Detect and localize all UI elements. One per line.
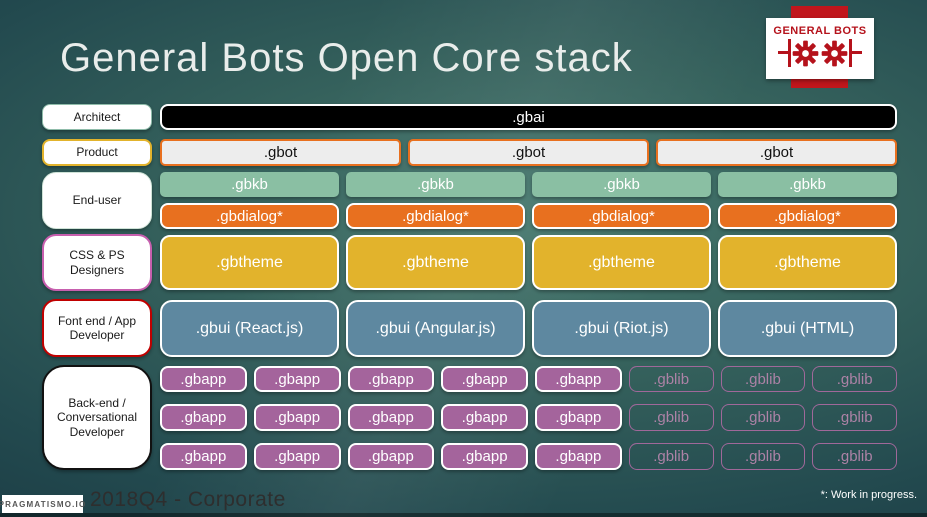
gbapp-box: .gbapp: [160, 443, 247, 470]
gbkb-box: .gbkb: [160, 172, 339, 197]
row-gbapp-3: .gbapp .gbapp .gbapp .gbapp .gbapp .gbli…: [160, 443, 897, 470]
gbapp-box: .gbapp: [441, 443, 528, 470]
row-gbapp-2: .gbapp .gbapp .gbapp .gbapp .gbapp .gbli…: [160, 404, 897, 431]
work-in-progress-footnote: *: Work in progress.: [820, 489, 917, 501]
role-label-frontend-developer: Font end / App Developer: [42, 299, 152, 357]
gblib-box: .gblib: [628, 366, 714, 392]
gbdialog-box: .gbdialog*: [718, 203, 897, 229]
gbkb-box: .gbkb: [718, 172, 897, 197]
gbapp-box: .gbapp: [441, 404, 528, 431]
gbkb-box: .gbkb: [532, 172, 711, 197]
row-gbai: .gbai: [160, 104, 897, 130]
gbapp-box: .gbapp: [535, 366, 622, 392]
gblib-box: .gblib: [628, 443, 714, 470]
gbapp-box: .gbapp: [535, 443, 622, 470]
page-title: General Bots Open Core stack: [60, 36, 633, 80]
logo-brand-text: GENERAL BOTS: [773, 25, 867, 37]
row-gbot: .gbot .gbot .gbot: [160, 139, 897, 166]
gbapp-box: .gbapp: [347, 443, 435, 470]
gear-right-bar-icon: [849, 39, 862, 67]
gbui-angular-box: .gbui (Angular.js): [346, 300, 525, 357]
gblib-box: .gblib: [628, 404, 714, 431]
slide-caption: 2018Q4 - Corporate: [90, 488, 286, 511]
gbapp-box: .gbapp: [441, 366, 528, 392]
row-gbdialog: .gbdialog* .gbdialog* .gbdialog* .gbdial…: [160, 203, 897, 229]
gbai-box: .gbai: [160, 104, 897, 130]
gblib-box: .gblib: [812, 404, 897, 431]
pragmatismo-watermark: PRAGMATISMO.IO: [0, 495, 85, 513]
gbapp-box: .gbapp: [535, 404, 622, 431]
gbkb-box: .gbkb: [346, 172, 525, 197]
gblib-box: .gblib: [720, 366, 806, 392]
role-label-end-user: End-user: [42, 172, 152, 229]
role-label-backend-developer: Back-end / Conversational Developer: [42, 365, 152, 470]
gbtheme-box: .gbtheme: [532, 235, 711, 290]
slide: General Bots Open Core stack GENERAL BOT…: [0, 0, 927, 517]
gear-icon: [821, 40, 848, 66]
gbot-box: .gbot: [160, 139, 401, 166]
gbapp-box: .gbapp: [160, 366, 247, 392]
gbapp-box: .gbapp: [253, 366, 341, 392]
gbtheme-box: .gbtheme: [718, 235, 897, 290]
gbtheme-box: .gbtheme: [160, 235, 339, 290]
role-label-product: Product: [42, 139, 152, 166]
row-gbkb: .gbkb .gbkb .gbkb .gbkb: [160, 172, 897, 197]
gbapp-box: .gbapp: [160, 404, 247, 431]
gblib-box: .gblib: [720, 404, 806, 431]
gear-left-bar-icon: [778, 39, 791, 67]
gbui-html-box: .gbui (HTML): [718, 300, 897, 357]
gbot-box: .gbot: [408, 139, 649, 166]
gbui-react-box: .gbui (React.js): [160, 300, 339, 357]
gear-icon: [792, 40, 819, 66]
gbui-riot-box: .gbui (Riot.js): [532, 300, 711, 357]
gbapp-box: .gbapp: [347, 404, 435, 431]
gbdialog-box: .gbdialog*: [346, 203, 525, 229]
double-gear-icon: [778, 39, 862, 67]
gblib-box: .gblib: [812, 366, 897, 392]
role-label-architect: Architect: [42, 104, 152, 130]
gbot-box: .gbot: [656, 139, 897, 166]
role-label-css-ps-designers: CSS & PS Designers: [42, 234, 152, 291]
gbtheme-box: .gbtheme: [346, 235, 525, 290]
gbapp-box: .gbapp: [253, 404, 341, 431]
gblib-box: .gblib: [812, 443, 897, 470]
general-bots-logo: GENERAL BOTS: [766, 18, 874, 79]
row-gbui: .gbui (React.js) .gbui (Angular.js) .gbu…: [160, 300, 897, 357]
gbdialog-box: .gbdialog*: [532, 203, 711, 229]
gblib-box: .gblib: [720, 443, 806, 470]
gbapp-box: .gbapp: [253, 443, 341, 470]
gbdialog-box: .gbdialog*: [160, 203, 339, 229]
row-gbapp-1: .gbapp .gbapp .gbapp .gbapp .gbapp .gbli…: [160, 366, 897, 392]
gbapp-box: .gbapp: [347, 366, 435, 392]
bottom-edge-strip: [0, 513, 927, 517]
row-gbtheme: .gbtheme .gbtheme .gbtheme .gbtheme: [160, 235, 897, 290]
